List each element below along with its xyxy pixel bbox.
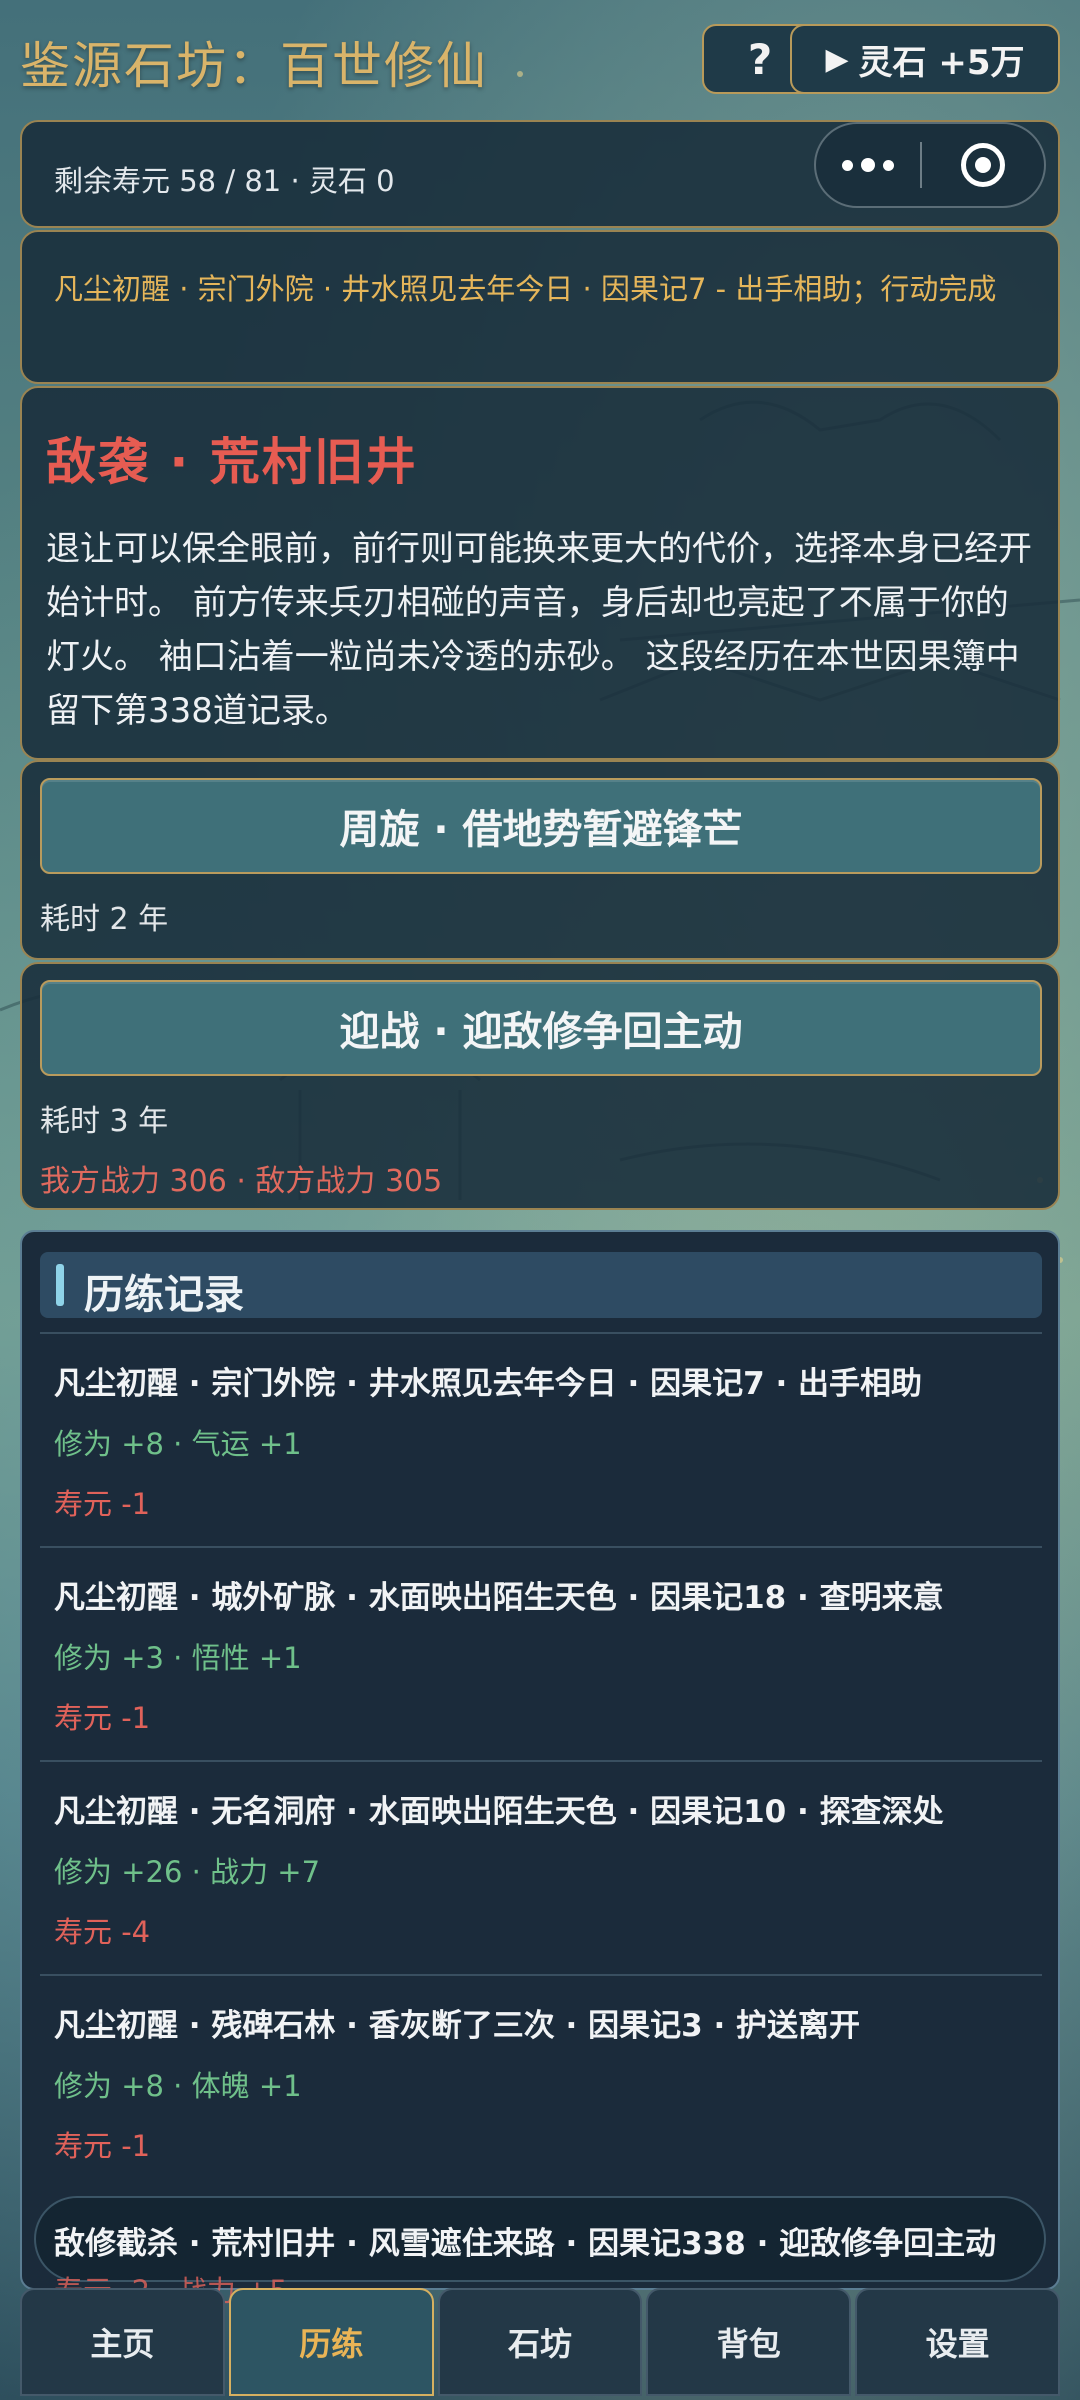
choice-card-evade: 周旋 · 借地势暂避锋芒 耗时 2 年 bbox=[20, 760, 1060, 960]
ad-button-label: 灵石 +5万 bbox=[858, 42, 1025, 83]
choice-fight-button[interactable]: 迎战 · 迎敌修争回主动 bbox=[40, 980, 1042, 1076]
header-accent-bar bbox=[56, 1264, 64, 1306]
play-icon: ▶ bbox=[825, 41, 849, 77]
log-entry-loss: 寿元 -4 bbox=[54, 1915, 151, 1949]
latest-log-title: 敌修截杀 · 荒村旧井 · 风雪遮住来路 · 因果记338 · 迎敌修争回主动 bbox=[54, 2226, 997, 2262]
top-header: 鉴源石坊：百世修仙 ? ▶ 灵石 +5万 bbox=[0, 0, 1080, 118]
more-menu-icon[interactable] bbox=[816, 124, 920, 206]
choice-card-fight: 迎战 · 迎敌修争回主动 耗时 3 年 我方战力 306 · 敌方战力 305 bbox=[20, 962, 1060, 1210]
log-entry: 凡尘初醒 · 无名洞府 · 水面映出陌生天色 · 因果记10 · 探查深处 修为… bbox=[40, 1760, 1042, 1974]
tab-stone-shop[interactable]: 石坊 bbox=[437, 2288, 643, 2396]
log-list: 凡尘初醒 · 宗门外院 · 井水照见去年今日 · 因果记7 · 出手相助 修为 … bbox=[40, 1332, 1042, 2188]
log-entry-gain: 修为 +8 · 体魄 +1 bbox=[54, 2069, 302, 2103]
event-title: 敌袭 · 荒村旧井 bbox=[46, 433, 418, 491]
watch-ad-spirit-stone-button[interactable]: ▶ 灵石 +5万 bbox=[790, 24, 1060, 94]
help-label: ? bbox=[747, 34, 773, 84]
log-entry: 凡尘初醒 · 残碑石林 · 香灰断了三次 · 因果记3 · 护送离开 修为 +8… bbox=[40, 1974, 1042, 2188]
choice-time-cost: 耗时 3 年 bbox=[40, 1104, 169, 1139]
close-miniprogram-icon[interactable] bbox=[922, 143, 1044, 187]
miniprogram-capsule bbox=[814, 122, 1046, 208]
choice-evade-button[interactable]: 周旋 · 借地势暂避锋芒 bbox=[40, 778, 1042, 874]
notice-text: 凡尘初醒 · 宗门外院 · 井水照见去年今日 · 因果记7 - 出手相助；行动完… bbox=[54, 272, 997, 306]
log-header: 历练记录 bbox=[40, 1252, 1042, 1318]
training-log-panel[interactable]: 历练记录 凡尘初醒 · 宗门外院 · 井水照见去年今日 · 因果记7 · 出手相… bbox=[20, 1230, 1060, 2290]
event-card: 敌袭 · 荒村旧井 退让可以保全眼前，前行则可能换来更大的代价，选择本身已经开始… bbox=[20, 386, 1060, 760]
combat-power-compare: 我方战力 306 · 敌方战力 305 bbox=[40, 1164, 443, 1199]
bottom-tab-bar: 主页 历练 石坊 背包 设置 bbox=[20, 2288, 1060, 2400]
latest-log-toast: 敌修截杀 · 荒村旧井 · 风雪遮住来路 · 因果记338 · 迎敌修争回主动 … bbox=[34, 2196, 1046, 2308]
tab-home[interactable]: 主页 bbox=[20, 2288, 225, 2396]
log-entry-gain: 修为 +3 · 悟性 +1 bbox=[54, 1641, 302, 1675]
log-title: 历练记录 bbox=[84, 1272, 244, 1318]
log-entry-title: 凡尘初醒 · 城外矿脉 · 水面映出陌生天色 · 因果记18 · 查明来意 bbox=[54, 1580, 944, 1616]
log-entry-gain: 修为 +8 · 气运 +1 bbox=[54, 1427, 302, 1461]
log-entry-loss: 寿元 -1 bbox=[54, 1701, 151, 1735]
log-entry: 凡尘初醒 · 城外矿脉 · 水面映出陌生天色 · 因果记18 · 查明来意 修为… bbox=[40, 1546, 1042, 1760]
log-entry-gain: 修为 +26 · 战力 +7 bbox=[54, 1855, 321, 1889]
lifespan-stones-status: 剩余寿元 58 / 81 · 灵石 0 bbox=[54, 164, 395, 198]
log-entry-title: 凡尘初醒 · 无名洞府 · 水面映出陌生天色 · 因果记10 · 探查深处 bbox=[54, 1794, 944, 1830]
log-entry-loss: 寿元 -1 bbox=[54, 1487, 151, 1521]
app-title: 鉴源石坊：百世修仙 bbox=[20, 37, 488, 95]
tab-backpack[interactable]: 背包 bbox=[646, 2288, 852, 2396]
event-description: 退让可以保全眼前，前行则可能换来更大的代价，选择本身已经开始计时。 前方传来兵刃… bbox=[46, 529, 1032, 731]
log-entry-title: 凡尘初醒 · 残碑石林 · 香灰断了三次 · 因果记3 · 护送离开 bbox=[54, 2008, 861, 2044]
log-entry-loss: 寿元 -1 bbox=[54, 2129, 151, 2163]
action-notice: 凡尘初醒 · 宗门外院 · 井水照见去年今日 · 因果记7 - 出手相助；行动完… bbox=[20, 230, 1060, 384]
tab-training[interactable]: 历练 bbox=[228, 2288, 434, 2396]
tab-settings[interactable]: 设置 bbox=[855, 2288, 1060, 2396]
choice-time-cost: 耗时 2 年 bbox=[40, 902, 169, 937]
log-entry: 凡尘初醒 · 宗门外院 · 井水照见去年今日 · 因果记7 · 出手相助 修为 … bbox=[40, 1332, 1042, 1546]
log-entry-title: 凡尘初醒 · 宗门外院 · 井水照见去年今日 · 因果记7 · 出手相助 bbox=[54, 1366, 923, 1402]
